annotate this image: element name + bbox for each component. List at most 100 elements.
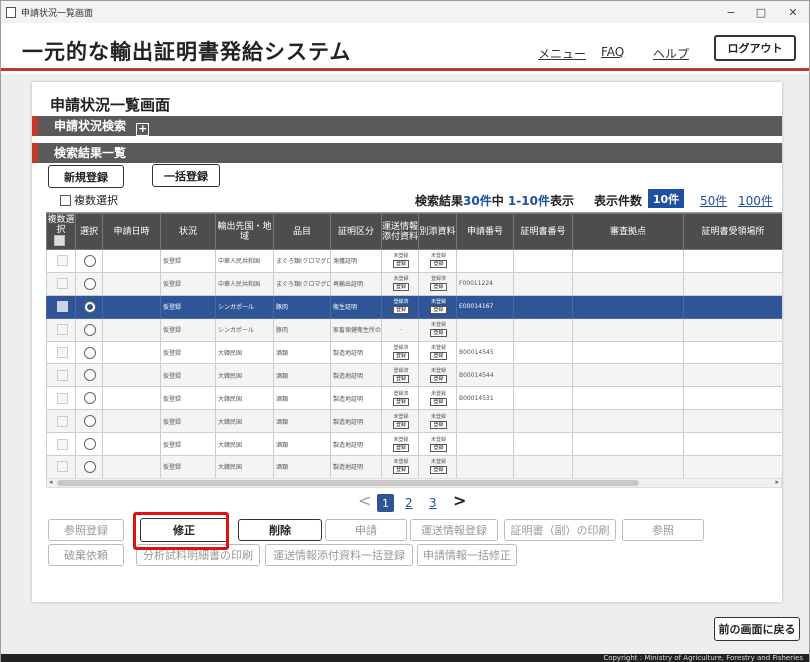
maximize-button[interactable]: □ xyxy=(748,1,774,23)
row-radio[interactable] xyxy=(84,392,96,405)
print-cert-copy-button[interactable]: 証明書（副）の印刷 xyxy=(504,519,616,541)
cell-status: 仮登録 xyxy=(160,386,216,411)
register-mini-button[interactable]: 登録 xyxy=(430,329,447,338)
search-section-header[interactable]: 申請状況検索 + xyxy=(32,116,782,136)
register-mini-button[interactable]: 登録 xyxy=(392,374,409,383)
register-mini-button[interactable]: 登録 xyxy=(430,420,447,429)
minimize-button[interactable]: − xyxy=(718,1,744,23)
new-registration-button[interactable]: 新規登録 xyxy=(48,165,124,188)
table-row[interactable]: 仮登録 大韓民国 酒類 製造地証明 登録済 登録 未登録 登録 B00014531 xyxy=(46,386,782,411)
transport-info-button[interactable]: 運送情報登録 xyxy=(410,519,498,541)
cell-cert-type: 衛生証明 xyxy=(330,294,382,319)
row-checkbox[interactable] xyxy=(56,255,68,267)
register-mini-button[interactable]: 登録 xyxy=(392,352,409,360)
register-mini-button[interactable]: 登録 xyxy=(430,352,447,360)
register-mini-button[interactable]: 登録 xyxy=(392,466,409,475)
cell-cert-no xyxy=(513,386,573,411)
next-page-button[interactable]: > xyxy=(453,491,466,510)
horizontal-scrollbar[interactable]: ◂ ▸ xyxy=(46,478,782,488)
register-mini-button[interactable]: 登録 xyxy=(392,260,409,269)
row-checkbox[interactable] xyxy=(56,369,68,381)
register-mini-button[interactable]: 登録 xyxy=(430,466,447,475)
row-radio[interactable] xyxy=(84,438,96,451)
page-2-link[interactable]: 2 xyxy=(405,496,413,510)
page-3-link[interactable]: 3 xyxy=(429,496,437,510)
table-row[interactable]: 仮登録 中華人民共和国 まぐろ類(クロマグロ) 再輸出証明 未登録 登録 登録済 登録 F000… xyxy=(46,271,782,296)
cell-item: まぐろ類(クロマグロ) xyxy=(273,271,331,296)
view-button[interactable]: 参照 xyxy=(622,519,704,541)
scroll-right-icon[interactable]: ▸ xyxy=(775,478,779,486)
scrollbar-thumb[interactable] xyxy=(57,480,639,486)
row-checkbox[interactable] xyxy=(56,278,68,290)
row-radio[interactable] xyxy=(84,369,96,382)
help-link[interactable]: ヘルプ xyxy=(653,45,689,62)
page-icon xyxy=(6,6,16,18)
register-mini-button[interactable]: 登録 xyxy=(392,306,409,315)
row-checkbox[interactable] xyxy=(56,324,68,336)
register-mini-button[interactable]: 登録 xyxy=(392,420,409,429)
register-mini-button[interactable]: 登録 xyxy=(392,443,409,452)
table-row[interactable]: 仮登録 大韓民国 酒類 製造地証明 未登録 登録 未登録 登録 xyxy=(46,455,782,479)
table-row[interactable]: 仮登録シンガポール豚肉家畜保健衛生所の確認書-未登録登録 xyxy=(46,317,782,342)
row-radio[interactable] xyxy=(84,415,96,428)
bulk-registration-button[interactable]: 一括登録 xyxy=(152,164,220,187)
register-mini-button[interactable]: 登録 xyxy=(430,443,447,452)
row-checkbox[interactable] xyxy=(56,347,68,358)
row-radio[interactable] xyxy=(84,460,96,473)
row-radio[interactable] xyxy=(84,323,96,336)
apply-button[interactable]: 申請 xyxy=(325,519,407,541)
row-radio[interactable] xyxy=(84,254,96,267)
prev-page-button[interactable]: < xyxy=(358,491,371,510)
col-multi-select[interactable]: 複数選択 xyxy=(46,213,76,250)
cell-country: 中華人民共和国 xyxy=(215,249,274,273)
scroll-left-icon[interactable]: ◂ xyxy=(49,478,53,486)
row-radio[interactable] xyxy=(84,300,96,313)
cell-country: 大韓民国 xyxy=(215,409,274,434)
faq-link[interactable]: FAQ xyxy=(601,45,624,59)
table-row[interactable]: 仮登録 シンガポール 豚肉 衛生証明 登録済 登録 未登録 登録 E00014167 xyxy=(46,294,782,319)
logout-button[interactable]: ログアウト xyxy=(714,35,796,61)
discard-request-button[interactable]: 破棄依頼 xyxy=(48,544,124,566)
bulk-edit-apps-button[interactable]: 申請情報一括修正 xyxy=(417,544,517,566)
multi-select-checkbox[interactable]: 複数選択 xyxy=(60,192,118,208)
title-bar: 申請状況一覧画面 − □ ✕ xyxy=(1,1,809,23)
register-mini-button[interactable]: 登録 xyxy=(430,306,447,315)
close-window-button[interactable]: ✕ xyxy=(780,1,806,23)
cell-date xyxy=(102,271,161,296)
back-button[interactable]: 前の画面に戻る xyxy=(714,617,800,641)
cell-item: 酒類 xyxy=(273,409,331,434)
register-mini-button[interactable]: 登録 xyxy=(392,397,409,406)
row-checkbox[interactable] xyxy=(56,461,68,473)
table-row[interactable]: 仮登録 大韓民国 酒類 製造地証明 登録済 登録 未登録 登録 B00014545 xyxy=(46,340,782,365)
delete-button[interactable]: 削除 xyxy=(238,519,322,541)
cell-country: 大韓民国 xyxy=(215,432,274,457)
cell-exam-site xyxy=(572,363,684,388)
row-checkbox[interactable] xyxy=(56,392,68,404)
row-radio[interactable] xyxy=(84,277,96,290)
page-1-button[interactable]: 1 xyxy=(377,494,394,512)
row-checkbox[interactable] xyxy=(56,438,68,450)
table-row[interactable]: 仮登録 大韓民国 酒類 製造地証明 未登録 登録 未登録 登録 xyxy=(46,409,782,434)
register-mini-button[interactable]: 登録 xyxy=(430,283,447,292)
row-checkbox[interactable] xyxy=(56,415,68,427)
page-size-50[interactable]: 50件 xyxy=(700,192,727,209)
cell-country: 大韓民国 xyxy=(215,363,274,388)
register-mini-button[interactable]: 登録 xyxy=(430,260,447,269)
window-title: 申請状況一覧画面 xyxy=(21,8,94,19)
register-mini-button[interactable]: 登録 xyxy=(430,374,447,383)
bulk-transport-docs-button[interactable]: 運送情報添付資料一括登録 xyxy=(265,544,413,566)
page-size-100[interactable]: 100件 xyxy=(738,192,773,209)
result-suffix: 表示 xyxy=(549,194,574,208)
register-mini-button[interactable]: 登録 xyxy=(392,283,409,292)
expand-icon[interactable]: + xyxy=(136,123,150,136)
table-row[interactable]: 仮登録 大韓民国 酒類 製造地証明 未登録 登録 未登録 登録 xyxy=(46,432,782,457)
page-size-10[interactable]: 10件 xyxy=(648,189,684,208)
table-row[interactable]: 仮登録 中華人民共和国 まぐろ類(クロマグロ) 漁獲証明 未登録 登録 未登録 登録 xyxy=(46,249,782,273)
reference-register-button[interactable]: 参照登録 xyxy=(48,519,124,541)
table-row[interactable]: 仮登録 大韓民国 酒類 製造地証明 登録済 登録 未登録 登録 B00014544 xyxy=(46,363,782,388)
row-checkbox[interactable] xyxy=(56,301,68,313)
menu-link[interactable]: メニュー xyxy=(538,45,586,62)
register-mini-button[interactable]: 登録 xyxy=(430,397,447,406)
row-radio[interactable] xyxy=(84,346,96,359)
col-exam-site: 審査拠点 xyxy=(572,213,684,250)
